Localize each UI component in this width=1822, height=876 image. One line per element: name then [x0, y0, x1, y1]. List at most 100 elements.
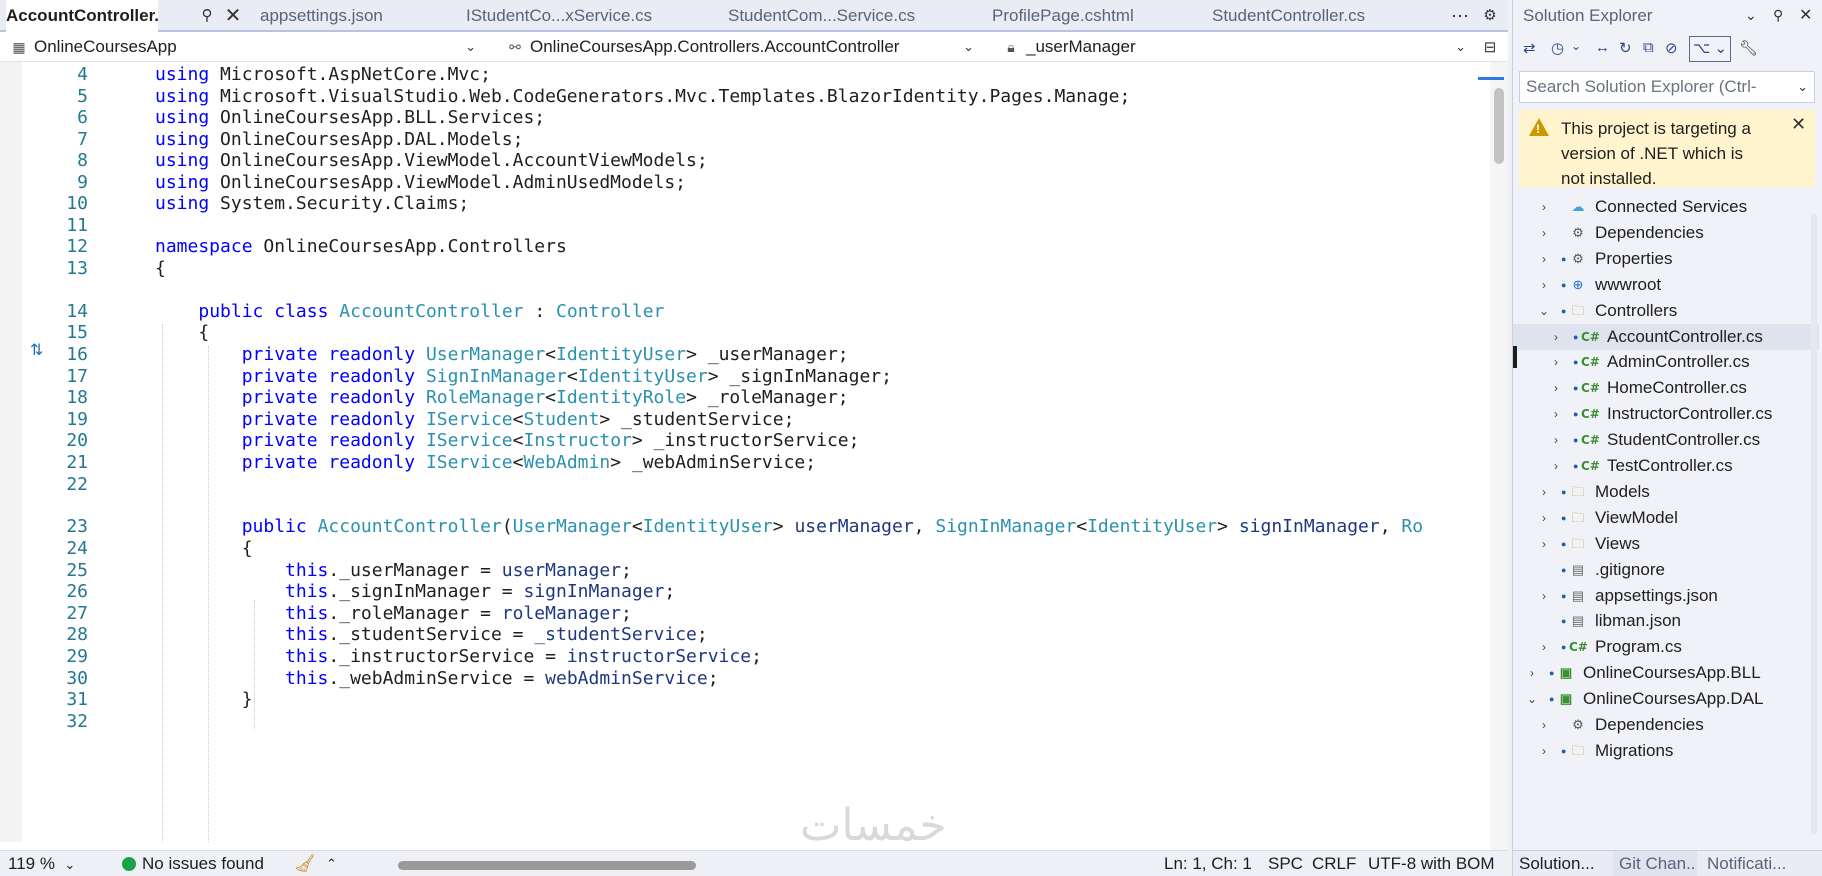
- chevron-right-icon[interactable]: ›: [1537, 194, 1551, 220]
- chevron-down-icon[interactable]: ⌄: [1797, 72, 1808, 102]
- chevron-right-icon[interactable]: ›: [1549, 453, 1563, 479]
- pending-changes-filter-icon[interactable]: ⌥ ⌄: [1689, 36, 1732, 62]
- chevron-down-icon[interactable]: ⌄: [1571, 39, 1581, 53]
- zoom-dropdown[interactable]: 119 % ⌄: [8, 851, 75, 876]
- code-line[interactable]: 32: [0, 709, 1490, 734]
- split-window-icon[interactable]: ⊟: [1478, 32, 1502, 62]
- code-line[interactable]: 22: [0, 472, 1490, 497]
- refresh-icon[interactable]: ↻: [1619, 39, 1632, 57]
- chevron-right-icon[interactable]: ›: [1537, 272, 1551, 298]
- code-token-ty: SignInManager: [935, 516, 1077, 537]
- tree-item-homecontroller-cs[interactable]: › ● C# HomeController.cs: [1513, 375, 1819, 401]
- chevron-right-icon[interactable]: ›: [1549, 427, 1563, 453]
- chevron-right-icon[interactable]: ›: [1537, 479, 1551, 505]
- code-token-pl: <: [512, 452, 524, 473]
- chevron-right-icon[interactable]: ›: [1537, 531, 1551, 557]
- switch-views-icon[interactable]: ⇄: [1523, 39, 1536, 57]
- chevron-right-icon[interactable]: ›: [1549, 401, 1563, 427]
- chevron-right-icon[interactable]: ›: [1537, 246, 1551, 272]
- code-editor[interactable]: 4 using Microsoft.AspNetCore.Mvc; 5 using M…: [0, 62, 1490, 842]
- tab-notifications[interactable]: Notificati...: [1701, 851, 1801, 876]
- type-dropdown[interactable]: ⚯ OnlineCoursesApp.Controllers.AccountCon…: [506, 35, 978, 59]
- tree-item-gitignore[interactable]: ● ▤ .gitignore: [1513, 557, 1819, 583]
- pin-icon[interactable]: ⚲: [196, 0, 218, 30]
- chevron-right-icon[interactable]: ›: [1537, 505, 1551, 531]
- close-icon[interactable]: ✕: [1799, 0, 1812, 30]
- tab-accountcontroller[interactable]: AccountController.cs: [6, 0, 158, 32]
- chevron-right-icon[interactable]: ›: [1537, 712, 1551, 738]
- chevron-right-icon[interactable]: ›: [1537, 220, 1551, 246]
- tree-item-views[interactable]: › ● 🗀︎ Views: [1513, 531, 1819, 557]
- pin-icon[interactable]: ⚲: [1773, 0, 1783, 30]
- tree-item-wwwroot[interactable]: › ● ⊕ wwwroot: [1513, 272, 1819, 298]
- line-ending[interactable]: CRLF: [1312, 851, 1356, 876]
- ellipsis-icon[interactable]: ⋯: [1448, 0, 1472, 30]
- tab-solution-explorer[interactable]: Solution...: [1519, 851, 1601, 876]
- indent-guide: [208, 346, 209, 842]
- tree-item-viewmodel[interactable]: › ● 🗀︎ ViewModel: [1513, 505, 1819, 531]
- vertical-scrollbar[interactable]: [1490, 62, 1508, 852]
- sync-icon[interactable]: ↔: [1595, 39, 1610, 56]
- chevron-right-icon[interactable]: ›: [1549, 375, 1563, 401]
- tree-item-dependencies[interactable]: › ⚙ Dependencies: [1513, 712, 1819, 738]
- tree-item-instructorcontroller-cs[interactable]: › ● C# InstructorController.cs: [1513, 401, 1819, 427]
- properties-wrench-icon[interactable]: 🔧︎: [1739, 39, 1758, 57]
- tab-studentcontroller[interactable]: StudentController.cs: [1212, 0, 1392, 30]
- issues-indicator[interactable]: No issues found: [122, 851, 264, 876]
- close-icon[interactable]: ✕: [1791, 114, 1806, 135]
- history-icon[interactable]: ◷: [1551, 39, 1564, 57]
- tab-git-changes[interactable]: Git Chan...: [1613, 851, 1697, 876]
- chevron-up-icon[interactable]: ⌃: [326, 851, 337, 876]
- chevron-right-icon[interactable]: ›: [1525, 660, 1539, 686]
- tree-item-controllers[interactable]: ⌄ ● 🗀︎ Controllers: [1513, 298, 1819, 324]
- solution-search-input[interactable]: Search Solution Explorer (Ctrl- ⌄: [1519, 71, 1815, 103]
- indent-mode[interactable]: SPC: [1268, 851, 1303, 876]
- tab-istudentcoxservice[interactable]: IStudentCo...xService.cs: [466, 0, 656, 30]
- tree-item-onlinecoursesapp-dal[interactable]: ⌄ ● ▣ OnlineCoursesApp.DAL: [1513, 686, 1819, 712]
- chevron-down-icon[interactable]: ⌄: [1537, 298, 1551, 324]
- tree-item-libman-json[interactable]: ● ▤ libman.json: [1513, 608, 1819, 634]
- solution-explorer-toolbar: ⇄ ◷ ⌄ ↔ ↻ ⧉ ⊘ ⌥ ⌄ 🔧︎: [1513, 32, 1822, 66]
- close-icon[interactable]: ✕: [222, 0, 244, 30]
- tree-item-dependencies[interactable]: › ⚙ Dependencies: [1513, 220, 1819, 246]
- tree-item-testcontroller-cs[interactable]: › ● C# TestController.cs: [1513, 453, 1819, 479]
- solution-tree-scrollbar[interactable]: [1811, 214, 1817, 834]
- chevron-right-icon[interactable]: ›: [1549, 324, 1563, 350]
- member-dropdown[interactable]: 🔒︎ _userManager ⌄: [1002, 35, 1470, 59]
- show-all-files-icon[interactable]: ⊘: [1665, 39, 1678, 57]
- broom-icon[interactable]: 🧹︎: [294, 851, 316, 876]
- tab-profilepage[interactable]: ProfilePage.cshtml: [992, 0, 1152, 30]
- chevron-right-icon[interactable]: ›: [1537, 583, 1551, 609]
- horizontal-scrollbar-thumb[interactable]: [398, 861, 696, 870]
- chevron-down-icon[interactable]: ⌄: [1525, 686, 1539, 712]
- tree-item-accountcontroller-cs[interactable]: › ● C# AccountController.cs: [1513, 323, 1819, 350]
- collapse-all-icon[interactable]: ⧉: [1643, 39, 1654, 56]
- tree-item-connected-services[interactable]: › ☁ Connected Services: [1513, 194, 1819, 220]
- gear-icon[interactable]: ⚙: [1478, 0, 1502, 30]
- tab-appsettings[interactable]: appsettings.json: [260, 0, 410, 30]
- chevron-right-icon[interactable]: ›: [1537, 738, 1551, 764]
- tree-item-models[interactable]: › ● 🗀︎ Models: [1513, 479, 1819, 505]
- project-dropdown[interactable]: ▦ OnlineCoursesApp ⌄: [10, 35, 480, 59]
- tab-studentcomservice[interactable]: StudentCom...Service.cs: [728, 0, 918, 30]
- codelens-icon[interactable]: ⇅: [30, 340, 43, 360]
- chevron-right-icon[interactable]: ›: [1549, 349, 1563, 375]
- vertical-scrollbar-thumb[interactable]: [1494, 88, 1504, 164]
- tree-item-studentcontroller-cs[interactable]: › ● C# StudentController.cs: [1513, 427, 1819, 453]
- code-line[interactable]: 13 {: [0, 256, 1490, 281]
- cs-icon: C#: [1581, 459, 1600, 473]
- cursor-position[interactable]: Ln: 1, Ch: 1: [1164, 851, 1252, 876]
- chevron-right-icon[interactable]: ›: [1537, 634, 1551, 660]
- tree-item-onlinecoursesapp-bll[interactable]: › ● ▣ OnlineCoursesApp.BLL: [1513, 660, 1819, 686]
- tree-item-program-cs[interactable]: › ● C# Program.cs: [1513, 634, 1819, 660]
- chevron-down-icon[interactable]: ⌄: [1745, 0, 1757, 30]
- file-encoding[interactable]: UTF-8 with BOM: [1368, 851, 1495, 876]
- tree-item-migrations[interactable]: › ● 🗀︎ Migrations: [1513, 738, 1819, 764]
- tree-item-appsettings-json[interactable]: › ● ▤ appsettings.json: [1513, 583, 1819, 609]
- tree-item-admincontroller-cs[interactable]: › ● C# AdminController.cs: [1513, 349, 1819, 375]
- tree-item-properties[interactable]: › ● ⚙ Properties: [1513, 246, 1819, 272]
